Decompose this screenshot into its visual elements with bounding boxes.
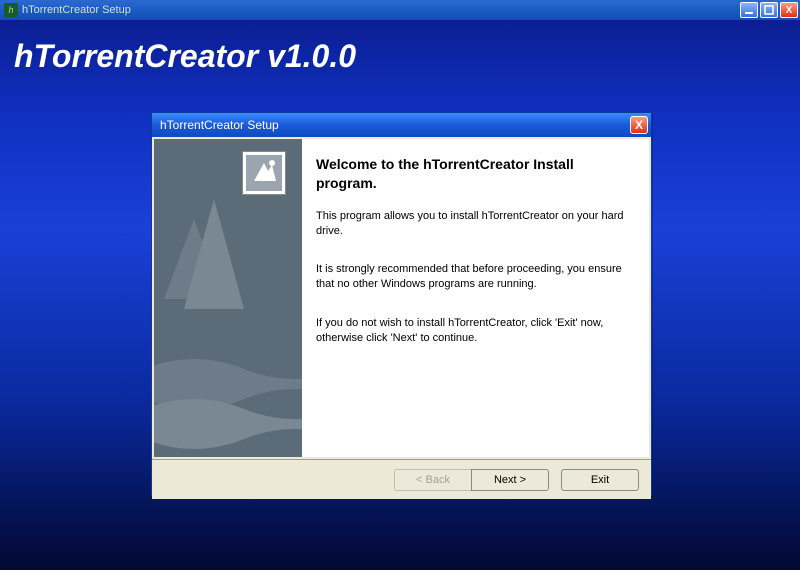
installer-content: Welcome to the hTorrentCreator Install p… [302,139,649,457]
app-icon: h [4,3,18,17]
minimize-button[interactable] [740,2,758,18]
next-button[interactable]: Next > [471,469,549,491]
maximize-button[interactable] [760,2,778,18]
installer-side-panel [154,139,302,457]
installer-dialog: hTorrentCreator Setup X [151,112,652,496]
outer-titlebar[interactable]: h hTorrentCreator Setup X [0,0,800,20]
installer-logo-icon [242,151,286,195]
installer-titlebar[interactable]: hTorrentCreator Setup X [152,113,651,137]
nav-button-group: < Back Next > [394,469,549,491]
banner-title: hTorrentCreator v1.0.0 [0,20,800,75]
outer-window-controls: X [740,2,798,18]
installer-footer: < Back Next > Exit [152,459,651,499]
installer-title: hTorrentCreator Setup [160,118,630,132]
installer-body: Welcome to the hTorrentCreator Install p… [154,139,649,457]
installer-para-2: It is strongly recommended that before p… [316,262,629,292]
installer-para-3: If you do not wish to install hTorrentCr… [316,316,629,346]
outer-window: h hTorrentCreator Setup X hTorrentCreato… [0,0,800,570]
close-button[interactable]: X [780,2,798,18]
exit-button[interactable]: Exit [561,469,639,491]
installer-close-button[interactable]: X [630,116,648,134]
outer-title: hTorrentCreator Setup [22,4,740,16]
installer-heading: Welcome to the hTorrentCreator Install p… [316,155,629,193]
back-button: < Back [394,469,472,491]
installer-para-1: This program allows you to install hTorr… [316,209,629,239]
